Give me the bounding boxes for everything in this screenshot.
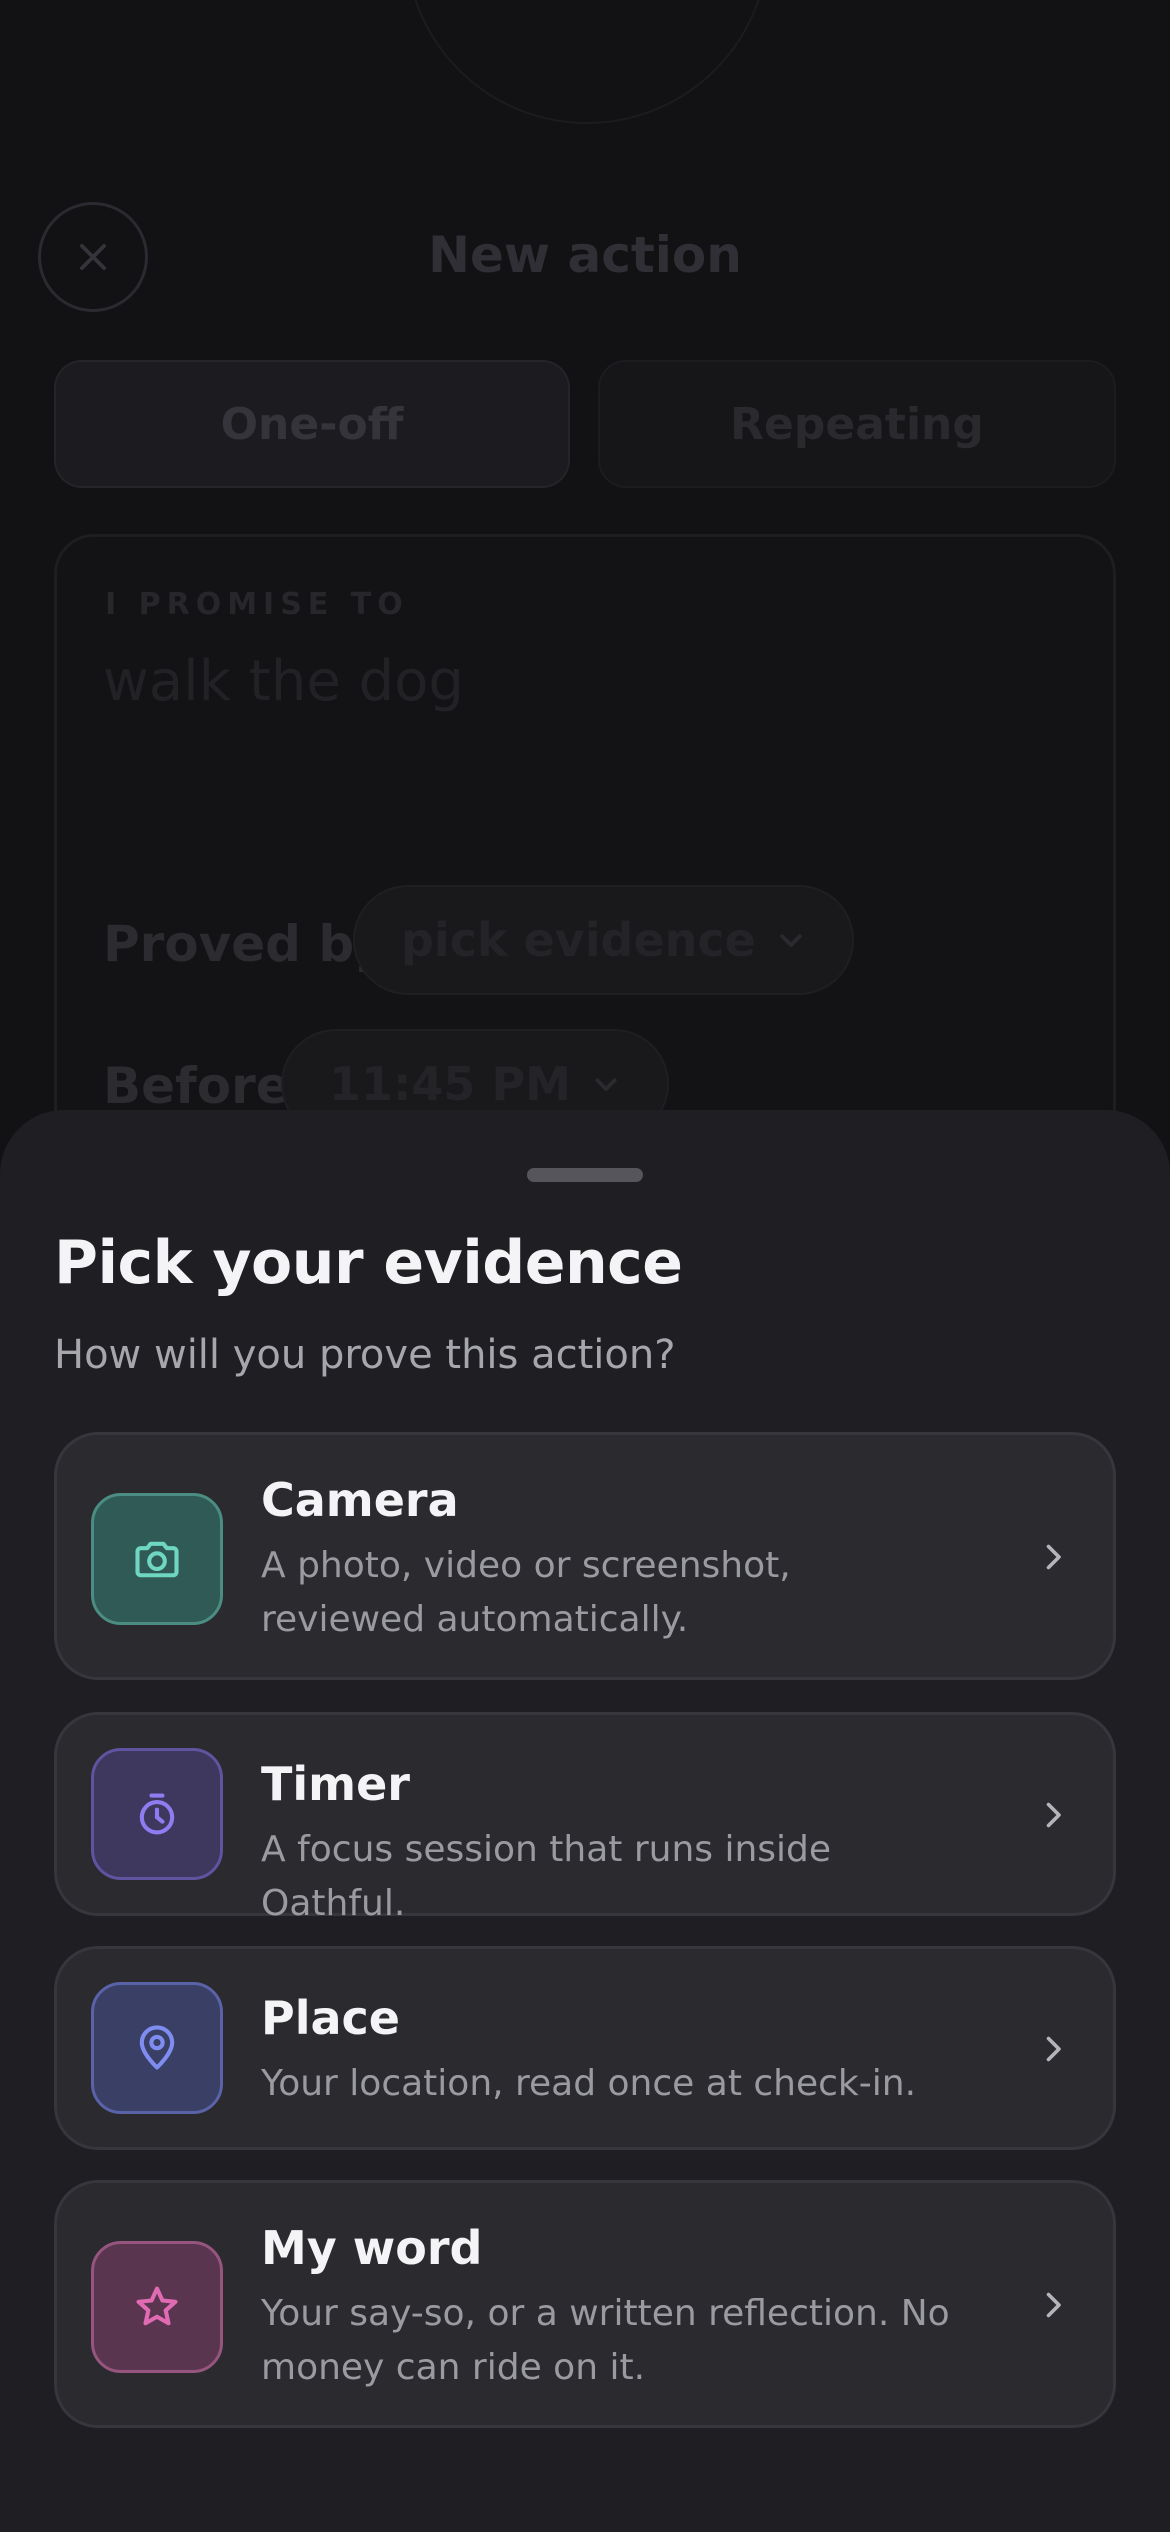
chevron-right-icon: [1046, 2292, 1061, 2318]
option-title: Timer: [261, 1757, 410, 1811]
tab-one-off[interactable]: One-off: [54, 360, 570, 488]
camera-icon: [135, 1541, 179, 1578]
option-description: Your location, read once at check-in.: [261, 2063, 917, 2104]
tab-repeating[interactable]: Repeating: [598, 360, 1116, 488]
stopwatch-icon: [139, 1793, 175, 1835]
option-title: Place: [261, 1991, 400, 2045]
star-icon-tile: [91, 2241, 223, 2373]
chevron-right-icon: [1046, 1802, 1061, 1828]
option-place[interactable]: Place Your location, read once at check-…: [54, 1946, 1116, 2150]
evidence-picker-value: pick evidence: [401, 913, 756, 967]
sheet-title: Pick your evidence: [54, 1228, 683, 1298]
option-title: Camera: [261, 1473, 459, 1527]
sheet-grabber[interactable]: [527, 1168, 643, 1182]
stopwatch-icon-tile: [91, 1748, 223, 1880]
evidence-picker[interactable]: pick evidence: [353, 885, 854, 995]
option-timer[interactable]: Timer A focus session that runs inside O…: [54, 1712, 1116, 1924]
time-picker-value: 11:45 PM: [329, 1057, 571, 1111]
chevron-down-icon: [595, 1078, 617, 1091]
chevron-down-icon: [780, 934, 802, 947]
option-title: My word: [261, 2221, 483, 2275]
evidence-sheet: Pick your evidence How will you prove th…: [0, 1110, 1170, 2532]
proved-by-label: Proved by: [103, 915, 387, 973]
chevron-right-icon: [1046, 1544, 1061, 1570]
before-label: Before: [103, 1057, 290, 1115]
page-title: New action: [428, 226, 742, 284]
option-description: Your say-so, or a written reflection. No…: [261, 2293, 950, 2388]
map-pin-icon-tile: [91, 1982, 223, 2114]
option-my-word[interactable]: My word Your say-so, or a written reflec…: [54, 2180, 1116, 2428]
promise-label: I PROMISE TO: [105, 587, 409, 622]
promise-input[interactable]: walk the dog: [103, 649, 464, 714]
option-description: A focus session that runs inside Oathful…: [261, 1829, 832, 1924]
decorative-arc: [405, 0, 769, 124]
option-camera[interactable]: Camera A photo, video or screenshot, rev…: [54, 1432, 1116, 1680]
camera-icon-tile: [91, 1493, 223, 1625]
chevron-right-icon: [1046, 2036, 1061, 2062]
option-description: A photo, video or screenshot, reviewed a…: [261, 1545, 791, 1640]
map-pin-icon: [139, 2025, 175, 2070]
star-icon: [136, 2286, 178, 2326]
sheet-subtitle: How will you prove this action?: [54, 1332, 676, 1378]
